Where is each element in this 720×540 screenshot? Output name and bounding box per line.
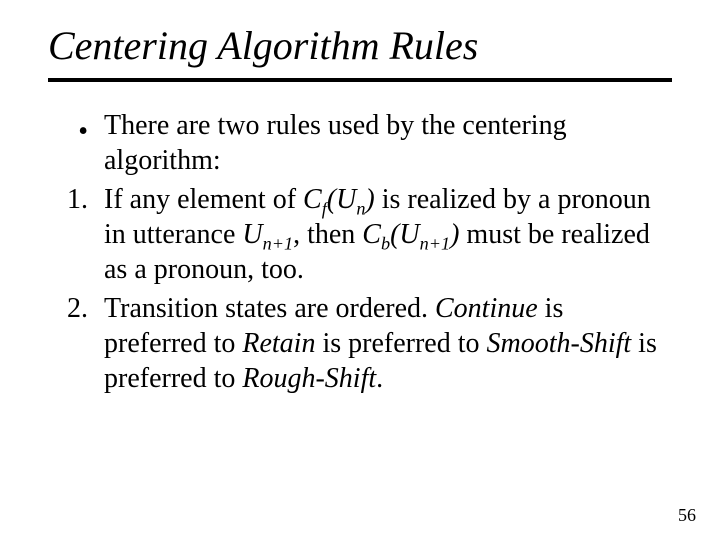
text-run: , then — [293, 219, 362, 250]
rule-1-text: If any element of Cf(Un) is realized by … — [104, 182, 672, 287]
symbol-cf: Cf(Un) — [303, 184, 375, 215]
intro-text: There are two rules used by the centerin… — [104, 108, 672, 178]
term-smooth-shift: Smooth-Shift — [487, 328, 632, 359]
slide: Centering Algorithm Rules • There are tw… — [0, 0, 720, 540]
text-run: (U — [327, 184, 357, 215]
list-item-rule-2: 2. Transition states are ordered. Contin… — [48, 291, 672, 396]
rule-2-text: Transition states are ordered. Continue … — [104, 291, 672, 396]
text-run: C — [362, 219, 381, 250]
symbol-cb: Cb(Un+1) — [362, 219, 459, 250]
term-retain: Retain — [242, 328, 315, 359]
slide-title: Centering Algorithm Rules — [48, 24, 672, 68]
bullet-icon: • — [78, 118, 88, 146]
number-marker-2: 2. — [48, 291, 104, 326]
term-rough-shift: Rough-Shift — [242, 363, 376, 394]
text-run: is preferred to — [315, 328, 486, 359]
list-item-intro: • There are two rules used by the center… — [48, 108, 672, 178]
body-list: • There are two rules used by the center… — [48, 108, 672, 396]
subscript: b — [381, 234, 390, 254]
text-run: . — [376, 363, 383, 394]
text-run: ) — [365, 184, 374, 215]
number-marker-1: 1. — [48, 182, 104, 217]
text-run: U — [242, 219, 262, 250]
text-run: Transition states are ordered. — [104, 293, 435, 324]
list-item-rule-1: 1. If any element of Cf(Un) is realized … — [48, 182, 672, 287]
text-run: (U — [390, 219, 420, 250]
term-continue: Continue — [435, 293, 538, 324]
subscript: n+1 — [420, 234, 450, 254]
symbol-un1: Un+1 — [242, 219, 293, 250]
subscript: n+1 — [263, 234, 293, 254]
bullet-marker: • — [48, 108, 104, 143]
title-underline — [48, 78, 672, 82]
text-run: If any element of — [104, 184, 303, 215]
page-number: 56 — [678, 505, 696, 526]
text-run: C — [303, 184, 322, 215]
